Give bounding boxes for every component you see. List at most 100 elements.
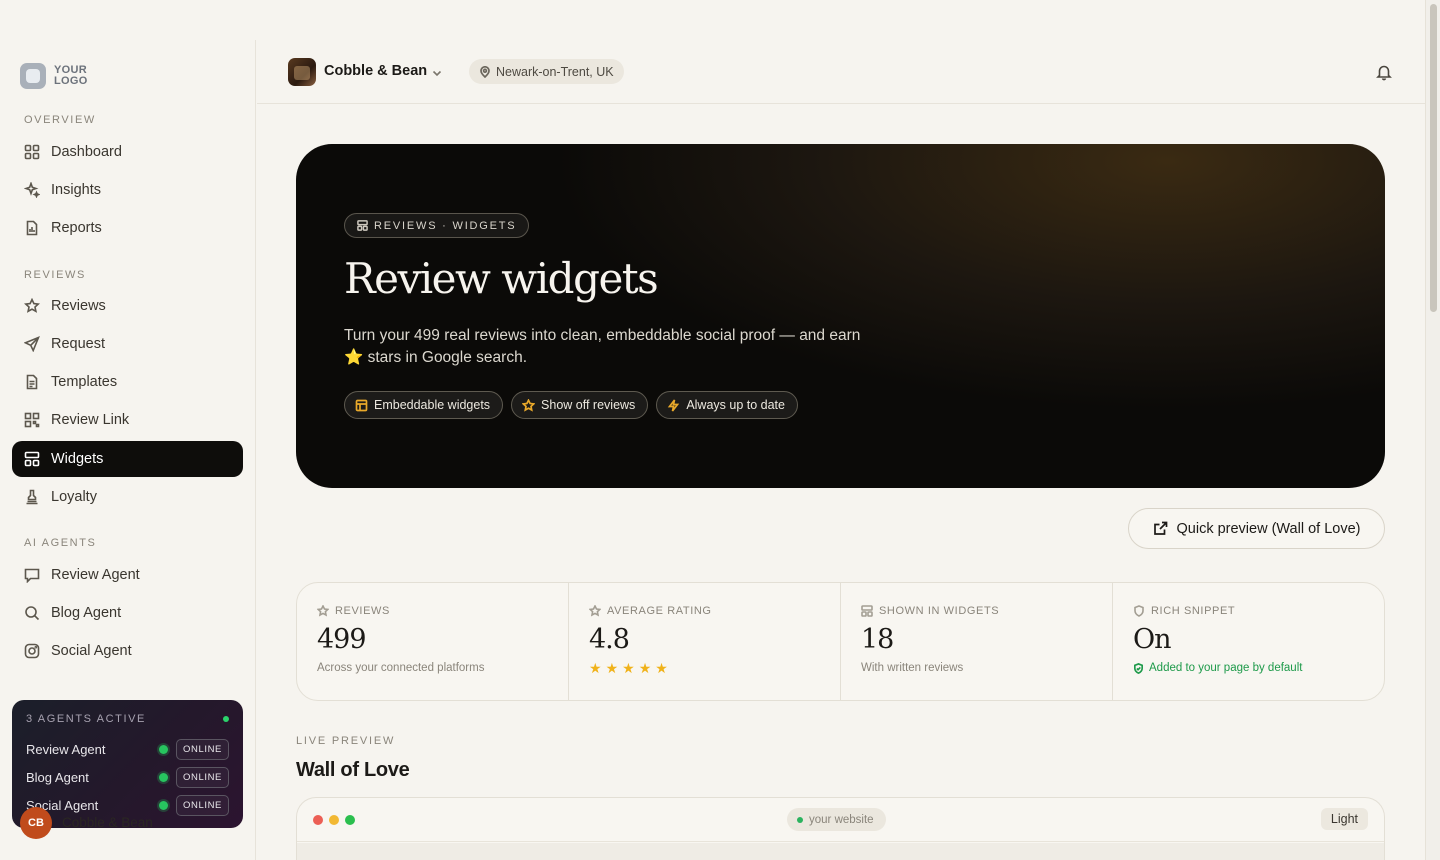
sidebar-item-review-link[interactable]: Review Link xyxy=(12,402,243,438)
status-led-icon xyxy=(159,800,169,810)
map-pin-icon xyxy=(480,65,490,78)
rating-stars: ★ ★ ★ ★ ★ xyxy=(589,661,840,675)
sidebar-item-dashboard[interactable]: Dashboard xyxy=(12,134,243,170)
chip-label: Always up to date xyxy=(686,398,785,412)
agents-card-title: 3 AGENTS ACTIVE xyxy=(26,713,146,725)
sidebar-item-blog-agent[interactable]: Blog Agent xyxy=(12,595,243,631)
agent-row[interactable]: Review Agent ONLINE xyxy=(26,735,229,763)
logo-mark-icon xyxy=(20,63,46,89)
close-dot-icon xyxy=(313,815,323,825)
star-emoji-icon: ⭐ xyxy=(344,349,364,366)
sidebar-item-social-agent[interactable]: Social Agent xyxy=(12,633,243,669)
chip-label: Embeddable widgets xyxy=(374,398,491,412)
stat-value: 18 xyxy=(861,624,894,655)
location-label: Newark-on-Trent, UK xyxy=(496,64,614,79)
stat-sub: Across your connected platforms xyxy=(317,662,485,674)
stat-label: REVIEWS xyxy=(335,605,390,617)
bell-icon[interactable] xyxy=(1375,63,1393,81)
sidebar-item-insights[interactable]: Insights xyxy=(12,172,243,208)
feature-chip-up-to-date: Always up to date xyxy=(656,391,798,419)
hero-badge-label: REVIEWS · WIDGETS xyxy=(374,219,517,232)
user-name[interactable]: Cobble & Bean xyxy=(62,815,153,830)
minimize-dot-icon xyxy=(329,815,339,825)
lightning-icon xyxy=(668,398,680,412)
stats-panel: REVIEWS 499 Across your connected platfo… xyxy=(296,582,1385,701)
stat-label: AVERAGE RATING xyxy=(607,605,712,617)
section-title: Wall of Love xyxy=(296,759,410,781)
stat-label-row: REVIEWS xyxy=(317,605,568,617)
live-preview-label: LIVE PREVIEW xyxy=(296,735,396,747)
status-led-icon xyxy=(159,772,169,782)
stat-sub: With written reviews xyxy=(861,662,964,674)
avatar[interactable]: CB xyxy=(20,807,52,839)
sidebar-item-request[interactable]: Request xyxy=(12,326,243,362)
report-icon xyxy=(26,220,38,236)
sidebar-item-label: Social Agent xyxy=(51,643,132,659)
sidebar-item-widgets[interactable]: Widgets xyxy=(12,441,243,477)
widgets-icon xyxy=(24,451,40,467)
logo[interactable]: YOUR LOGO xyxy=(20,63,94,89)
status-badge: ONLINE xyxy=(176,738,229,760)
url-label: your website xyxy=(809,813,874,826)
hero-description: Turn your 499 real reviews into clean, e… xyxy=(344,325,864,369)
star-filled-icon: ★ xyxy=(622,660,635,676)
star-icon xyxy=(522,398,536,412)
search-icon xyxy=(25,606,40,621)
agent-row[interactable]: Blog Agent ONLINE xyxy=(26,763,229,791)
sidebar-item-reports[interactable]: Reports xyxy=(12,210,243,246)
status-badge: ONLINE xyxy=(176,794,229,816)
maximize-dot-icon xyxy=(345,815,355,825)
location-pill[interactable]: Newark-on-Trent, UK xyxy=(469,59,624,84)
stamp-icon xyxy=(26,489,38,505)
sparkles-icon xyxy=(24,182,40,198)
browser-preview-body xyxy=(297,843,1384,860)
business-switcher[interactable]: Cobble & Bean xyxy=(324,63,427,79)
star-filled-icon: ★ xyxy=(655,660,668,676)
feature-chip-show-off: Show off reviews xyxy=(511,391,649,419)
stat-sub-row: Added to your page by default xyxy=(1133,662,1384,674)
topbar: Cobble & Bean Newark-on-Trent, UK xyxy=(257,40,1425,104)
sidebar-item-templates[interactable]: Templates xyxy=(12,364,243,400)
star-icon xyxy=(317,605,329,617)
quick-preview-button[interactable]: Quick preview (Wall of Love) xyxy=(1128,508,1385,549)
sidebar-item-reviews[interactable]: Reviews xyxy=(12,288,243,324)
stat-label-row: RICH SNIPPET xyxy=(1133,605,1384,617)
scrollbar-thumb[interactable] xyxy=(1430,4,1437,312)
feature-chips: Embeddable widgets Show off reviews Alwa… xyxy=(344,391,798,419)
sidebar-item-label: Templates xyxy=(51,374,118,390)
star-filled-icon: ★ xyxy=(638,660,652,676)
hero-desc-text: Turn your 499 real reviews into clean, e… xyxy=(344,327,861,344)
stat-label: RICH SNIPPET xyxy=(1151,605,1236,617)
sidebar-item-review-agent[interactable]: Review Agent xyxy=(12,557,243,593)
grid-icon xyxy=(24,144,40,160)
stat-value: On xyxy=(1133,624,1172,655)
sidebar-item-label: Request xyxy=(51,336,106,352)
sidebar-item-label: Insights xyxy=(51,182,101,198)
chevron-down-icon[interactable] xyxy=(430,66,444,80)
widgets-icon xyxy=(357,220,368,231)
section-label-ai-agents: AI AGENTS xyxy=(24,537,97,549)
sidebar-item-label: Widgets xyxy=(51,451,104,467)
sidebar-item-loyalty[interactable]: Loyalty xyxy=(12,479,243,515)
shield-check-icon xyxy=(1134,605,1144,617)
logo-text: YOUR LOGO xyxy=(54,64,88,87)
qr-code-icon xyxy=(24,412,40,428)
stat-label-row: SHOWN IN WIDGETS xyxy=(861,605,1112,617)
status-badge: ONLINE xyxy=(176,766,229,788)
sidebar-item-label: Reviews xyxy=(51,298,106,314)
shield-check-icon xyxy=(1134,662,1143,674)
feature-chip-embeddable: Embeddable widgets xyxy=(344,391,504,419)
hero-banner: REVIEWS · WIDGETS Review widgets Turn yo… xyxy=(296,144,1385,488)
business-thumbnail[interactable] xyxy=(288,58,316,86)
stat-shown-in-widgets: SHOWN IN WIDGETS 18 With written reviews xyxy=(840,583,1112,700)
sidebar-item-label: Reports xyxy=(51,220,102,236)
page-scrollbar[interactable] xyxy=(1425,0,1440,860)
hero-desc-text-end: stars in Google search. xyxy=(363,349,528,366)
url-pill: your website xyxy=(787,808,886,831)
agent-name: Review Agent xyxy=(26,741,106,757)
sidebar-item-label: Blog Agent xyxy=(51,605,122,621)
theme-toggle-button[interactable]: Light xyxy=(1320,808,1368,830)
section-label-overview: OVERVIEW xyxy=(24,114,96,126)
stat-value: 4.8 xyxy=(589,624,630,655)
browser-preview-frame: your website Light xyxy=(296,797,1385,860)
